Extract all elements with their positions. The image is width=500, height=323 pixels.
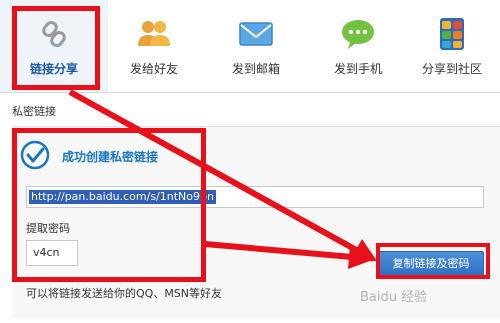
share-hint: 可以将链接发送给你的QQ、MSN等好友 [26, 287, 223, 300]
tabs-divider [0, 92, 500, 93]
mail-icon [239, 22, 273, 46]
tab-send-friend[interactable]: 发给好友 [108, 0, 200, 92]
tab-label: 分享到社区 [421, 62, 482, 76]
annotation-frame-tab [12, 6, 100, 90]
tab-label: 发到手机 [333, 62, 382, 76]
tab-share-community[interactable]: 分享到社区 [404, 0, 500, 92]
tab-label: 发到邮箱 [231, 62, 280, 76]
annotation-frame-button [376, 243, 490, 279]
tab-send-phone[interactable]: 发到手机 [312, 0, 404, 92]
chat-bubble-icon [342, 20, 374, 49]
annotation-frame-link-block [12, 128, 206, 282]
friends-icon [138, 21, 170, 46]
section-label: 私密链接 [12, 105, 56, 118]
tab-send-email[interactable]: 发到邮箱 [200, 0, 312, 92]
watermark-logo: Baidu 经验 [360, 290, 428, 305]
tab-label: 发给好友 [129, 62, 178, 76]
community-apps-icon [440, 18, 464, 50]
